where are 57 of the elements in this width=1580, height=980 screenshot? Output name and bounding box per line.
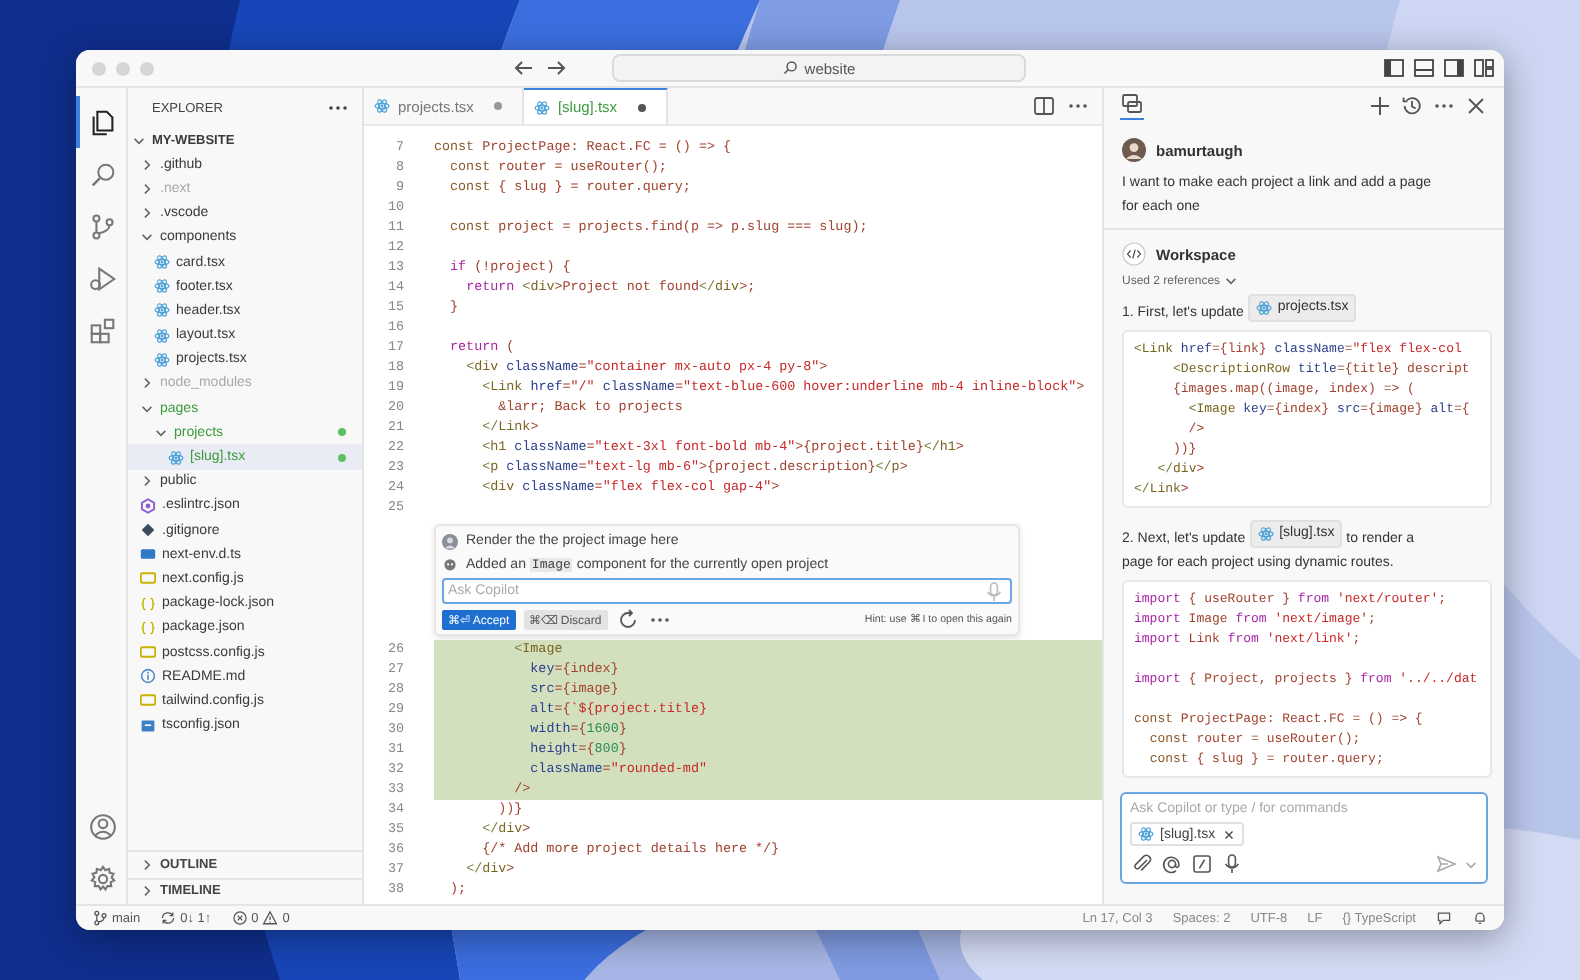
react-icon <box>533 99 550 115</box>
feedback-icon[interactable] <box>1436 910 1452 926</box>
react-icon <box>154 351 170 368</box>
layout-icon[interactable] <box>1472 56 1496 80</box>
javascript-file-icon <box>140 644 156 661</box>
secondary-sidebar-icon[interactable] <box>1442 56 1466 80</box>
plus-icon[interactable] <box>1368 94 1392 118</box>
back-arrow-icon[interactable] <box>512 56 536 80</box>
mention-icon[interactable] <box>1160 852 1184 876</box>
avatar <box>442 533 458 550</box>
settings-icon[interactable] <box>88 863 118 893</box>
slash-command-icon[interactable] <box>1190 852 1214 876</box>
react-icon <box>154 278 170 295</box>
forward-arrow-icon[interactable] <box>544 56 568 80</box>
javascript-file-icon <box>140 692 156 709</box>
sidebar-toggle-icon[interactable] <box>1382 56 1406 80</box>
react-icon <box>154 254 170 271</box>
microphone-icon[interactable] <box>1220 852 1244 876</box>
search-icon[interactable] <box>88 159 118 189</box>
error-icon <box>231 910 248 926</box>
run-debug-icon[interactable] <box>88 263 118 293</box>
chevron-icon <box>1224 274 1239 288</box>
braces-icon <box>140 595 156 612</box>
eslint-icon <box>140 497 156 514</box>
chat-icon[interactable] <box>1120 92 1144 120</box>
search-icon <box>782 60 799 76</box>
config-file-icon <box>140 717 156 734</box>
files-icon[interactable] <box>88 107 118 137</box>
react-icon <box>154 327 170 344</box>
react-icon <box>1255 299 1272 316</box>
sync-icon <box>160 910 177 926</box>
react-icon <box>1138 826 1154 842</box>
code-icon <box>1122 242 1146 266</box>
react-icon <box>154 302 170 319</box>
react-icon <box>374 98 390 114</box>
refresh-icon[interactable] <box>615 607 640 631</box>
javascript-file-icon <box>140 570 156 587</box>
typescript-file-icon <box>140 546 156 563</box>
extensions-icon[interactable] <box>88 315 118 345</box>
branch-icon <box>92 910 108 926</box>
source-control-icon[interactable] <box>88 211 118 241</box>
close-icon[interactable] <box>1221 827 1236 841</box>
split-editor-icon[interactable] <box>1032 94 1056 118</box>
info-icon <box>140 668 156 685</box>
react-icon <box>1257 526 1274 542</box>
close-icon[interactable] <box>1464 94 1488 118</box>
panel-toggle-icon[interactable] <box>1412 56 1436 80</box>
avatar <box>1122 138 1146 162</box>
bell-icon[interactable] <box>1472 910 1488 926</box>
account-icon[interactable] <box>88 811 118 841</box>
diamond-icon <box>140 522 156 539</box>
paperclip-icon[interactable] <box>1130 852 1154 876</box>
chevron-icon <box>132 133 146 148</box>
braces-icon <box>140 619 156 636</box>
react-icon <box>168 449 184 466</box>
history-icon[interactable] <box>1400 94 1424 118</box>
warning-icon <box>262 910 279 926</box>
